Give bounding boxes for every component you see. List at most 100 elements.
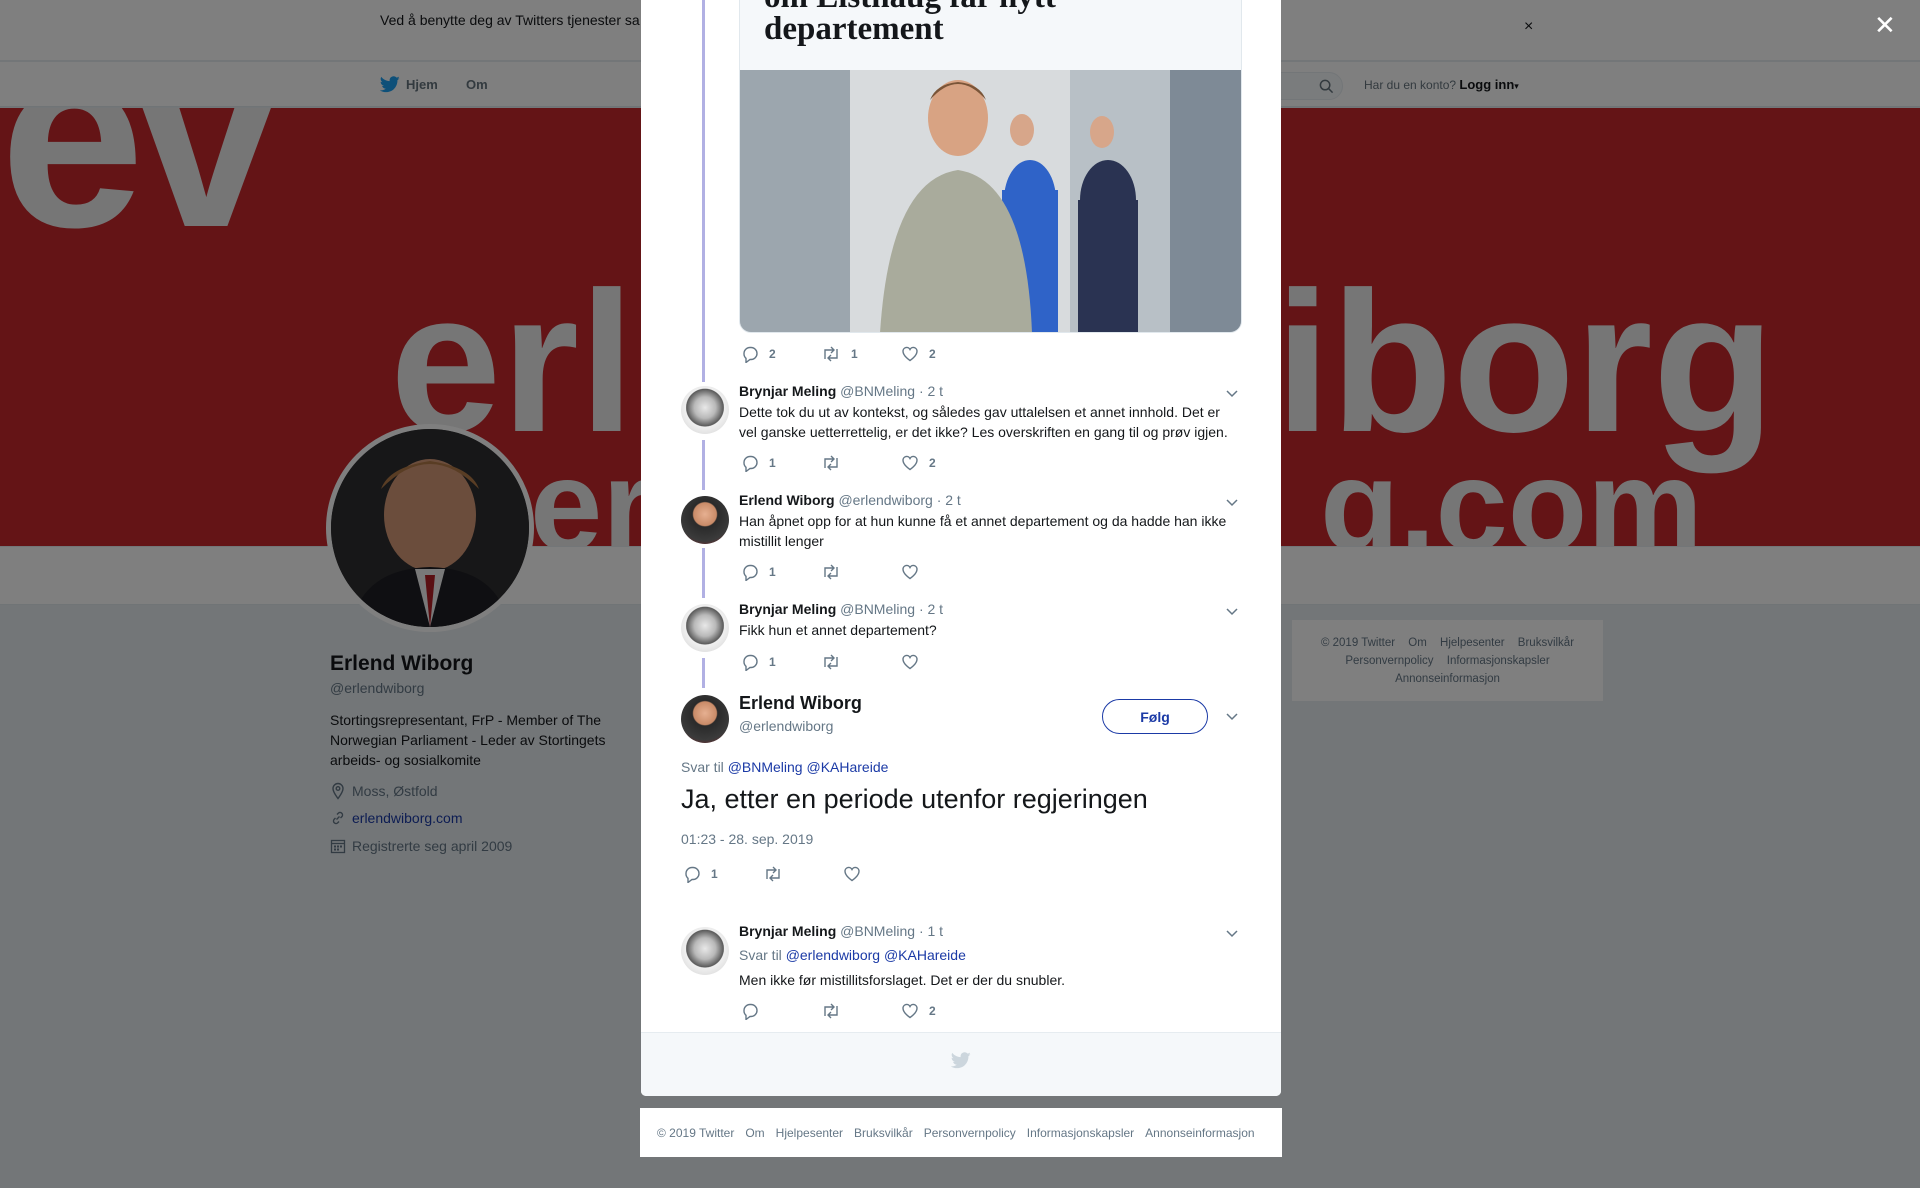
retweet-button[interactable] bbox=[821, 1002, 901, 1020]
chevron-down-icon[interactable] bbox=[1225, 604, 1239, 618]
tweet-author-handle[interactable]: @erlendwiborg bbox=[739, 718, 833, 734]
modal-footer bbox=[641, 1032, 1281, 1096]
tweet-header: Brynjar Meling @BNMeling · 1 t bbox=[739, 923, 943, 939]
tweet-author-handle[interactable]: @BNMeling bbox=[840, 923, 915, 939]
tweet-author-name[interactable]: Brynjar Meling bbox=[739, 601, 836, 617]
avatar[interactable] bbox=[681, 927, 729, 975]
mention-link[interactable]: @KAHareide bbox=[806, 759, 888, 775]
retweet-count: 1 bbox=[851, 347, 858, 361]
retweet-icon bbox=[763, 865, 783, 883]
tweet-author-name[interactable]: Erlend Wiborg bbox=[739, 492, 835, 508]
twitter-bird-icon bbox=[951, 1052, 971, 1069]
tweet-time[interactable]: · 2 t bbox=[919, 383, 943, 399]
heart-icon bbox=[901, 345, 919, 363]
link-preview-card[interactable]: om Listhaug får nytt departement bbox=[739, 0, 1242, 333]
retweet-button[interactable] bbox=[821, 454, 901, 472]
heart-icon bbox=[901, 563, 919, 581]
reply-to-label: Svar til bbox=[739, 947, 782, 963]
reply-context: Svar til @BNMeling @KAHareide bbox=[681, 759, 888, 775]
footer-link[interactable]: Hjelpesenter bbox=[776, 1126, 843, 1140]
tweet-time[interactable]: · 2 t bbox=[937, 492, 961, 508]
chevron-down-icon[interactable] bbox=[1225, 386, 1239, 400]
tweet-text: Han åpnet opp for at hun kunne få et ann… bbox=[739, 513, 1227, 549]
mention-link[interactable]: @BNMeling bbox=[728, 759, 803, 775]
tweet-time[interactable]: · 1 t bbox=[919, 923, 943, 939]
retweet-icon bbox=[821, 345, 841, 363]
footer-link[interactable]: Annonseinformasjon bbox=[1145, 1126, 1254, 1140]
reply-button[interactable]: 1 bbox=[741, 563, 821, 581]
mention-link[interactable]: @erlendwiborg bbox=[786, 947, 880, 963]
like-count: 2 bbox=[929, 456, 936, 470]
heart-icon bbox=[901, 653, 919, 671]
retweet-button[interactable] bbox=[821, 563, 901, 581]
reply-count: 1 bbox=[769, 456, 776, 470]
thread-line bbox=[702, 440, 705, 490]
tweet-actions: 1 bbox=[683, 865, 879, 883]
avatar[interactable] bbox=[681, 386, 729, 434]
reply-button[interactable]: 1 bbox=[741, 454, 821, 472]
main-tweet-text: Ja, etter en periode utenfor regjeringen bbox=[681, 784, 1148, 814]
like-button[interactable]: 2 bbox=[901, 345, 937, 363]
mention-link[interactable]: @KAHareide bbox=[884, 947, 966, 963]
like-count: 2 bbox=[929, 347, 936, 361]
retweet-icon bbox=[821, 1002, 841, 1020]
like-button[interactable] bbox=[901, 653, 937, 671]
reply-button[interactable]: 2 bbox=[741, 345, 821, 363]
reply-count: 1 bbox=[769, 565, 776, 579]
avatar[interactable] bbox=[681, 604, 729, 652]
thread-line bbox=[702, 548, 705, 598]
tweet-author-handle[interactable]: @erlendwiborg bbox=[838, 492, 932, 508]
tweet-header: Brynjar Meling @BNMeling · 2 t bbox=[739, 601, 943, 617]
like-button[interactable] bbox=[843, 865, 879, 883]
tweet-actions: 1 bbox=[741, 563, 937, 581]
tweet-author-name[interactable]: Brynjar Meling bbox=[739, 383, 836, 399]
avatar[interactable] bbox=[681, 496, 729, 544]
retweet-icon bbox=[821, 653, 841, 671]
retweet-button[interactable] bbox=[821, 653, 901, 671]
chevron-down-icon[interactable] bbox=[1225, 926, 1239, 940]
retweet-icon bbox=[821, 454, 841, 472]
tweet-author-handle[interactable]: @BNMeling bbox=[840, 601, 915, 617]
tweet-text: Men ikke før mistillitsforslaget. Det er… bbox=[739, 972, 1066, 988]
heart-icon bbox=[901, 1002, 919, 1020]
page-footer: © 2019 Twitter Om Hjelpesenter Bruksvilk… bbox=[640, 1108, 1282, 1157]
reply-icon bbox=[741, 563, 759, 581]
footer-link[interactable]: Bruksvilkår bbox=[854, 1126, 913, 1140]
thread-line bbox=[702, 0, 705, 382]
reply-icon bbox=[741, 454, 759, 472]
chevron-down-icon[interactable] bbox=[1225, 495, 1239, 509]
follow-button[interactable]: Følg bbox=[1102, 699, 1208, 734]
thread-line bbox=[702, 658, 705, 688]
card-title-line: departement bbox=[764, 11, 944, 47]
tweet-author-handle[interactable]: @BNMeling bbox=[840, 383, 915, 399]
footer-link[interactable]: Personvernpolicy bbox=[924, 1126, 1016, 1140]
reply-to-label: Svar til bbox=[681, 759, 724, 775]
tweet-author-name[interactable]: Brynjar Meling bbox=[739, 923, 836, 939]
close-icon[interactable]: ✕ bbox=[1874, 12, 1896, 38]
tweet-actions: 2 bbox=[741, 1002, 937, 1020]
tweet-author-name[interactable]: Erlend Wiborg bbox=[739, 693, 862, 714]
tweet-modal: om Listhaug får nytt departement bbox=[641, 0, 1281, 1096]
like-button[interactable]: 2 bbox=[901, 1002, 937, 1020]
reply-icon bbox=[741, 345, 759, 363]
footer-link[interactable]: Om bbox=[745, 1126, 764, 1140]
card-image bbox=[740, 70, 1241, 332]
tweet-header: Brynjar Meling @BNMeling · 2 t bbox=[739, 383, 943, 399]
tweet-time[interactable]: · 2 t bbox=[919, 601, 943, 617]
reply-icon bbox=[683, 865, 701, 883]
footer-link[interactable]: Informasjonskapsler bbox=[1027, 1126, 1134, 1140]
heart-icon bbox=[843, 865, 861, 883]
chevron-down-icon[interactable] bbox=[1225, 709, 1239, 723]
reply-count: 1 bbox=[711, 867, 718, 881]
avatar[interactable] bbox=[681, 695, 729, 743]
reply-button[interactable] bbox=[741, 1002, 821, 1020]
footer-link[interactable]: © 2019 Twitter bbox=[657, 1126, 734, 1140]
retweet-button[interactable] bbox=[763, 865, 843, 883]
retweet-icon bbox=[821, 563, 841, 581]
like-button[interactable] bbox=[901, 563, 937, 581]
like-button[interactable]: 2 bbox=[901, 454, 937, 472]
reply-button[interactable]: 1 bbox=[741, 653, 821, 671]
retweet-button[interactable]: 1 bbox=[821, 345, 901, 363]
tweet-timestamp[interactable]: 01:23 - 28. sep. 2019 bbox=[681, 831, 813, 847]
reply-button[interactable]: 1 bbox=[683, 865, 763, 883]
